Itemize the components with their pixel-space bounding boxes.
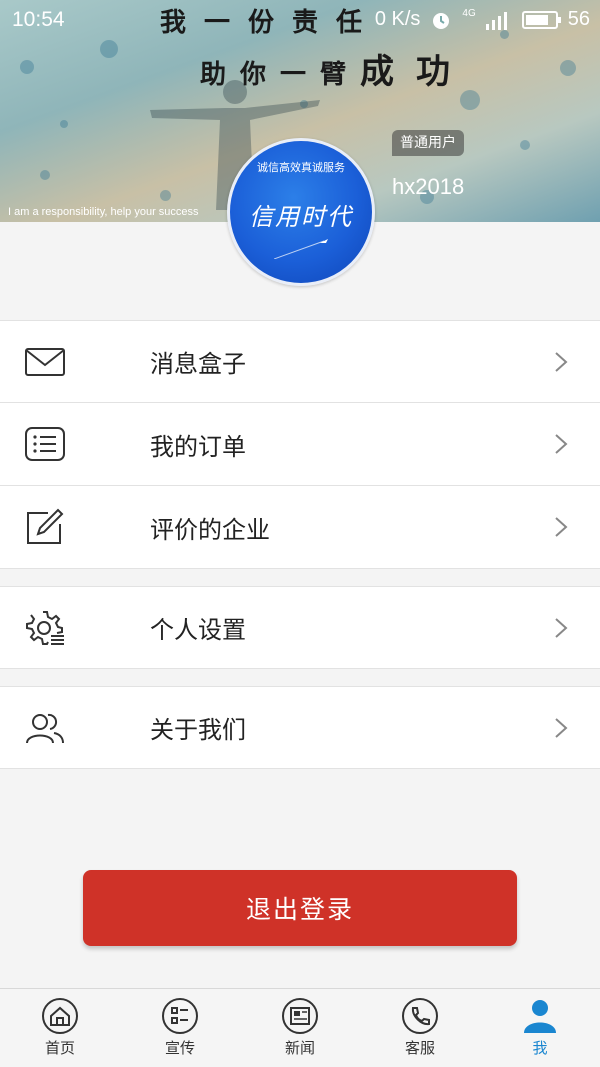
slogan-line-1: 我一份责任	[160, 8, 381, 38]
chevron-right-icon	[555, 434, 568, 454]
slogan-line-2: 助你一臂成功	[200, 44, 472, 93]
chevron-right-icon	[555, 718, 568, 738]
tab-news[interactable]: 新闻	[240, 989, 360, 1067]
menu-item-personal-settings[interactable]: 个人设置	[0, 586, 600, 669]
slogan-line-2a: 助你一臂	[200, 60, 361, 90]
phone-icon	[402, 998, 438, 1034]
tab-me[interactable]: 我	[480, 989, 600, 1067]
menu-label-rated-companies: 评价的企业	[150, 515, 270, 544]
menu-label-messages: 消息盒子	[150, 350, 246, 378]
avatar[interactable]: 诚信高效真诚服务 信用时代	[227, 138, 375, 286]
tab-label-home: 首页	[44, 1039, 75, 1057]
person-icon	[524, 1000, 556, 1033]
network-type: 4G	[462, 8, 476, 19]
chevron-right-icon	[555, 517, 568, 537]
tab-label-customer-service: 客服	[404, 1039, 435, 1057]
tab-customer-service[interactable]: 客服	[360, 989, 480, 1067]
menu-label-orders: 我的订单	[150, 432, 246, 461]
menu-group-about: 关于我们	[0, 686, 600, 769]
username: hx2018	[392, 174, 465, 199]
user-type-badge: 普通用户	[392, 130, 464, 156]
slogan-line-2b: 成功	[360, 52, 473, 92]
users-icon	[26, 713, 64, 744]
chevron-right-icon	[555, 618, 568, 638]
status-time: 10:54	[12, 8, 65, 31]
menu-label-about-us: 关于我们	[150, 716, 246, 744]
tab-label-promo: 宣传	[164, 1039, 195, 1057]
menu-item-orders[interactable]: 我的订单	[0, 403, 600, 486]
menu-item-messages[interactable]: 消息盒子	[0, 320, 600, 403]
signal-bars-icon	[485, 11, 507, 30]
network-speed: 0 K/s	[374, 8, 421, 30]
logout-button[interactable]: 退出登录	[83, 870, 517, 946]
edit-icon	[27, 508, 64, 544]
menu-item-about-us[interactable]: 关于我们	[0, 686, 600, 769]
avatar-brand: 信用时代	[249, 203, 353, 231]
slogan-english: I am a responsibility, help your success	[8, 206, 199, 218]
tab-label-me: 我	[532, 1039, 548, 1057]
menu-group-settings: 个人设置	[0, 586, 600, 669]
menu-item-rated-companies[interactable]: 评价的企业	[0, 486, 600, 569]
menu-label-personal-settings: 个人设置	[150, 616, 246, 644]
news-icon	[282, 998, 318, 1034]
settings-gear-icon	[26, 611, 64, 645]
envelope-icon	[25, 348, 65, 376]
menu-group-main: 消息盒子 我的订单 评价的企业	[0, 320, 600, 569]
battery-level: 56	[567, 8, 590, 30]
avatar-tagline: 诚信高效真诚服务	[257, 161, 345, 174]
bottom-tab-bar: 首页 宣传 新闻 客服 我	[0, 988, 600, 1067]
order-list-icon	[25, 427, 65, 461]
tab-promo[interactable]: 宣传	[120, 989, 240, 1067]
airplane-icon	[274, 239, 328, 259]
promo-icon	[162, 998, 198, 1034]
tab-home[interactable]: 首页	[0, 989, 120, 1067]
home-icon	[42, 998, 78, 1034]
alarm-clock-icon	[433, 12, 450, 29]
battery-icon	[521, 10, 561, 29]
chevron-right-icon	[555, 352, 568, 372]
tab-label-news: 新闻	[284, 1039, 315, 1057]
